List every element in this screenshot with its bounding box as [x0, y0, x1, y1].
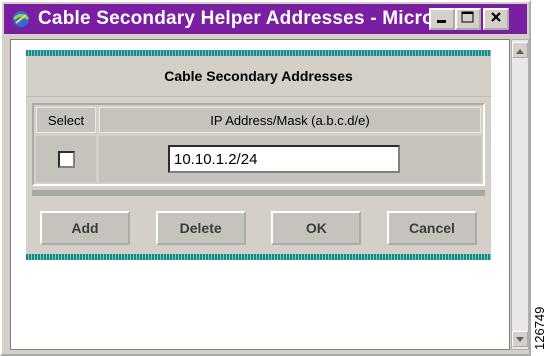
- ip-column-header: IP Address/Mask (a.b.c.d/e): [99, 107, 481, 133]
- separator: [32, 190, 485, 196]
- browser-window: Cable Secondary Helper Addresses - Micro…: [0, 0, 531, 356]
- button-row: Add Delete OK Cancel: [26, 202, 491, 254]
- select-checkbox[interactable]: [57, 150, 75, 168]
- maximize-icon: [461, 10, 475, 28]
- figure-id-label: 126749: [532, 307, 546, 350]
- secondary-addresses-panel: Cable Secondary Addresses Select IP Addr…: [26, 50, 491, 260]
- ip-address-input[interactable]: [168, 145, 400, 173]
- title-bar[interactable]: Cable Secondary Helper Addresses - Micro…: [4, 4, 527, 34]
- address-table-wrap: Select IP Address/Mask (a.b.c.d/e): [26, 97, 491, 202]
- cancel-button[interactable]: Cancel: [386, 211, 477, 245]
- scroll-up-icon: [516, 41, 524, 59]
- minimize-icon: [436, 10, 448, 28]
- ok-button[interactable]: OK: [271, 211, 362, 245]
- scroll-up-button[interactable]: [512, 42, 528, 58]
- select-cell: [36, 136, 96, 182]
- close-button[interactable]: [483, 8, 509, 30]
- scroll-down-icon: [516, 330, 524, 348]
- svg-text:126749: 126749: [532, 307, 546, 350]
- add-button[interactable]: Add: [40, 211, 130, 245]
- vertical-scrollbar[interactable]: [511, 39, 529, 350]
- app-icon: [10, 8, 32, 30]
- ip-cell: [99, 136, 481, 182]
- select-column-header: Select: [36, 107, 96, 133]
- delete-button[interactable]: Delete: [155, 211, 246, 245]
- minimize-button[interactable]: [429, 8, 455, 30]
- window-title: Cable Secondary Helper Addresses - Micro…: [38, 8, 451, 29]
- bottom-accent-bar: [26, 254, 491, 260]
- close-icon: [490, 10, 502, 28]
- address-table: Select IP Address/Mask (a.b.c.d/e): [32, 103, 485, 186]
- panel-heading: Cable Secondary Addresses: [26, 56, 491, 97]
- maximize-button[interactable]: [455, 8, 481, 30]
- scroll-down-button[interactable]: [512, 331, 528, 347]
